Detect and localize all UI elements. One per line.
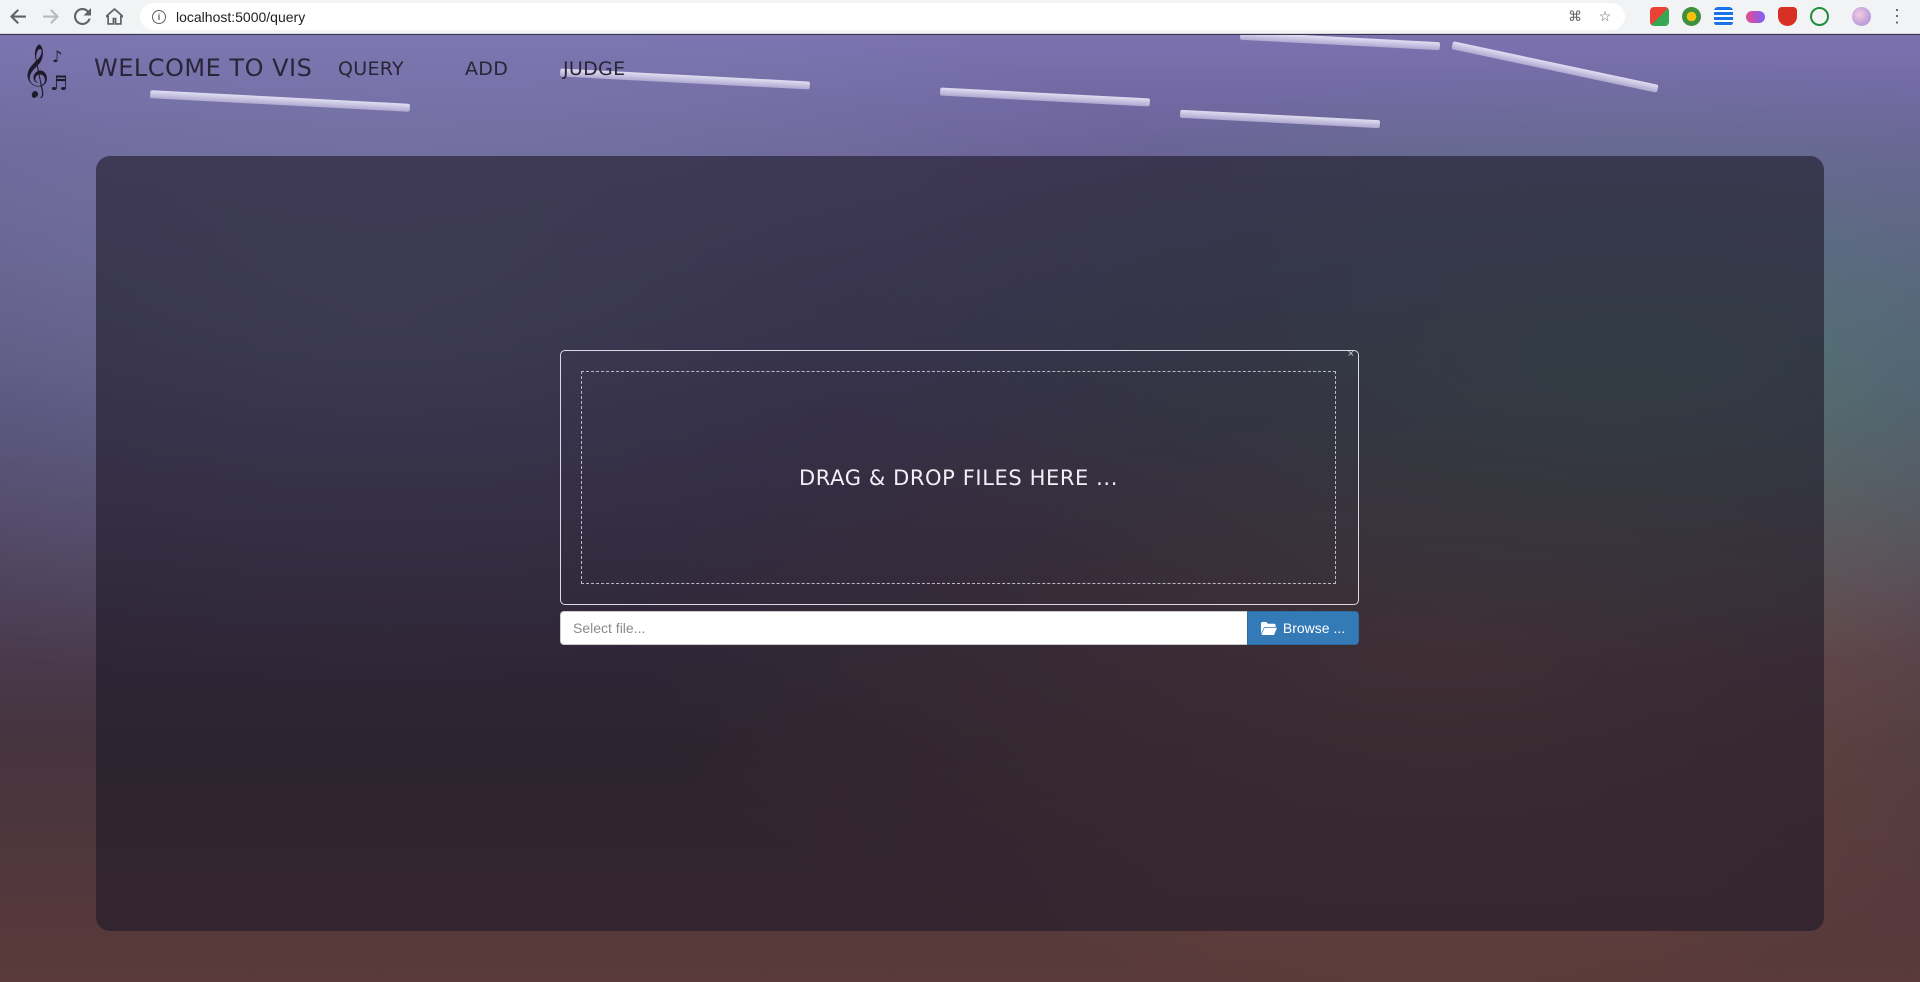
reload-icon[interactable] xyxy=(68,3,96,31)
extension-icon[interactable] xyxy=(1682,7,1701,26)
drop-target[interactable]: DRAG & DROP FILES HERE ... xyxy=(581,371,1336,584)
file-name-input[interactable] xyxy=(560,611,1247,645)
info-icon[interactable]: i xyxy=(152,9,166,24)
file-picker: Browse ... xyxy=(560,611,1359,645)
back-icon[interactable] xyxy=(4,3,32,31)
browser-toolbar: i localhost:5000/query ⌘ ☆ ⋮ xyxy=(0,0,1920,34)
extension-icon[interactable] xyxy=(1714,7,1733,26)
music-notes-logo-icon[interactable]: 𝄞 ♪ ♬ xyxy=(20,40,72,98)
close-icon[interactable]: × xyxy=(1348,348,1354,360)
svg-text:𝄞: 𝄞 xyxy=(22,43,49,98)
file-drop-zone[interactable]: × DRAG & DROP FILES HERE ... xyxy=(560,348,1359,605)
extension-icon[interactable] xyxy=(1778,7,1797,26)
menu-icon[interactable]: ⋮ xyxy=(1888,7,1906,25)
profile-avatar[interactable] xyxy=(1852,7,1871,26)
svg-text:♬: ♬ xyxy=(50,71,68,95)
star-icon[interactable]: ☆ xyxy=(1597,8,1613,24)
nav-add[interactable]: ADD xyxy=(465,58,508,80)
address-bar[interactable]: i localhost:5000/query ⌘ ☆ xyxy=(140,3,1625,30)
extension-icon[interactable] xyxy=(1650,7,1669,26)
home-icon[interactable] xyxy=(100,3,128,31)
translate-icon[interactable]: ⌘ xyxy=(1567,8,1583,24)
svg-text:♪: ♪ xyxy=(52,47,62,66)
drop-instructions: DRAG & DROP FILES HERE ... xyxy=(798,465,1118,490)
nav-judge[interactable]: JUDGE xyxy=(563,58,625,80)
extension-icon[interactable] xyxy=(1746,11,1765,23)
browse-label: Browse ... xyxy=(1282,620,1346,636)
url-text: localhost:5000/query xyxy=(176,8,306,25)
browse-button[interactable]: Browse ... xyxy=(1247,611,1359,645)
brand-title[interactable]: WELCOME TO VIS xyxy=(94,54,312,82)
extension-icon[interactable] xyxy=(1810,7,1829,26)
nav-query[interactable]: QUERY xyxy=(338,58,404,80)
folder-open-icon xyxy=(1260,621,1277,635)
forward-icon[interactable] xyxy=(36,3,64,31)
